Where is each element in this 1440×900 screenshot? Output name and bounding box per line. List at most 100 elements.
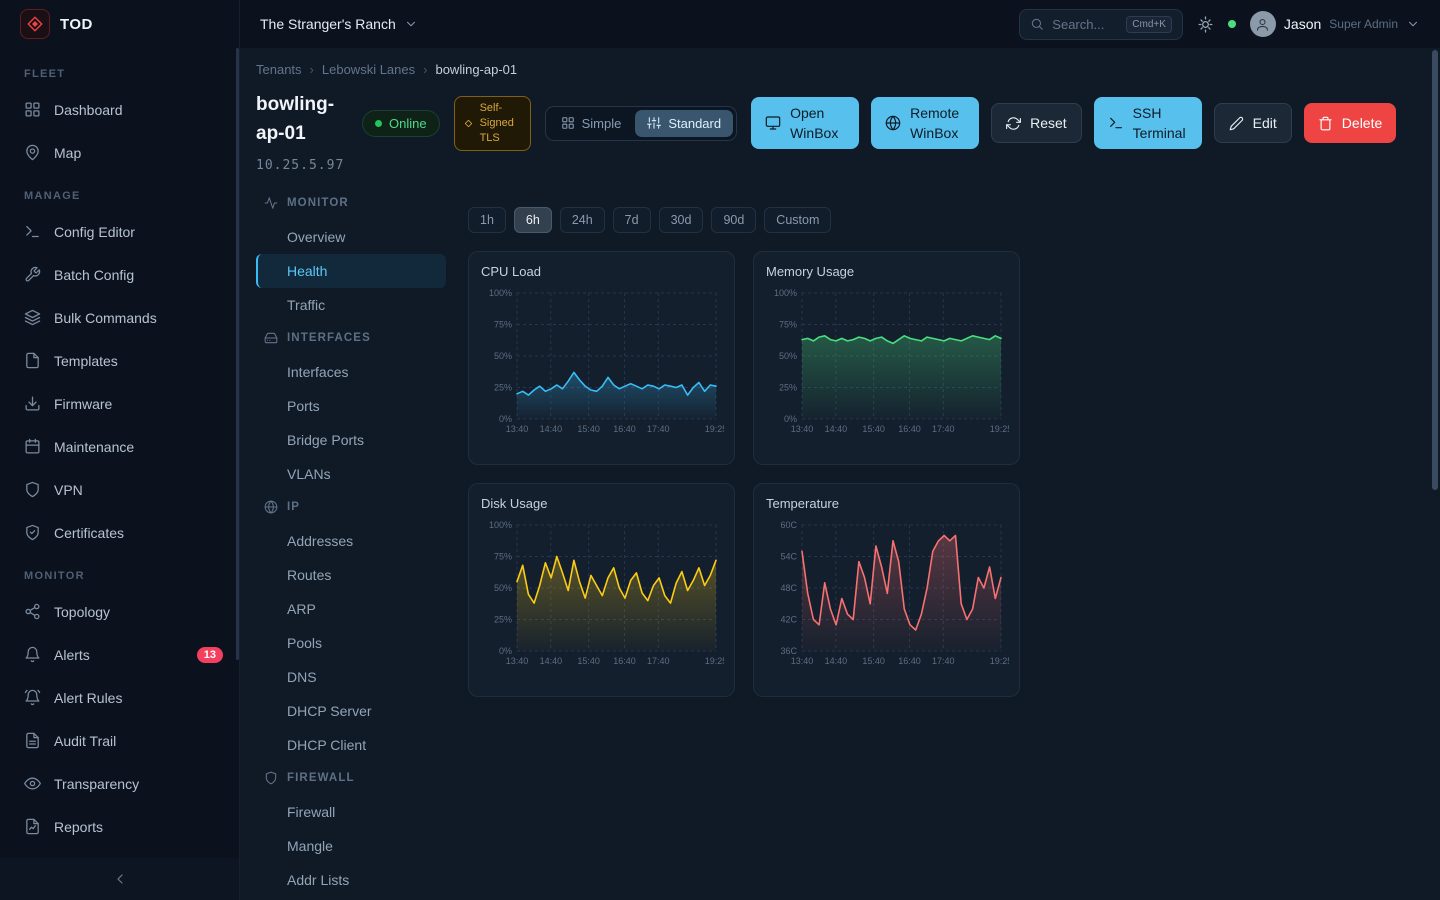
sidebar-item-reports[interactable]: Reports (0, 805, 239, 848)
chart-title: Disk Usage (481, 496, 722, 511)
status-label: Online (389, 116, 427, 131)
time-range-30d[interactable]: 30d (659, 207, 704, 233)
chart-card-cpu-load: CPU Load100%75%50%25%0%13:4014:4015:4016… (468, 251, 735, 465)
sidebar-item-vpn[interactable]: VPN (0, 468, 239, 511)
subnav-item-pools[interactable]: Pools (256, 626, 446, 660)
delete-button[interactable]: Delete (1304, 103, 1396, 143)
refresh-icon (1006, 116, 1021, 131)
device-header: bowling-ap-01 10.25.5.97 Online Self-Sig… (256, 90, 1416, 173)
subnav-item-vlans[interactable]: VLANs (256, 457, 446, 491)
time-range-custom[interactable]: Custom (764, 207, 831, 233)
search-input[interactable] (1052, 17, 1118, 32)
subnav-item-bridge-ports[interactable]: Bridge Ports (256, 423, 446, 457)
subnav-item-routes[interactable]: Routes (256, 558, 446, 592)
badge-icon (24, 524, 41, 541)
sidebar-item-templates[interactable]: Templates (0, 339, 239, 382)
sidebar-item-alerts[interactable]: Alerts13 (0, 633, 239, 676)
svg-text:54C: 54C (780, 551, 797, 561)
tenant-selector[interactable]: The Stranger's Ranch (260, 16, 418, 32)
svg-text:42C: 42C (780, 614, 797, 624)
tenant-name: The Stranger's Ranch (260, 16, 396, 32)
subnav-item-ports[interactable]: Ports (256, 389, 446, 423)
svg-text:14:40: 14:40 (540, 424, 563, 434)
user-menu[interactable]: Jason Super Admin (1250, 11, 1420, 37)
activity-icon (264, 196, 278, 210)
subnav-item-dhcp-server[interactable]: DHCP Server (256, 694, 446, 728)
sidebar-item-label: Certificates (54, 525, 124, 541)
sidebar-item-label: Firmware (54, 396, 112, 412)
sidebar-item-transparency[interactable]: Transparency (0, 762, 239, 805)
open-winbox-button[interactable]: Open WinBox (751, 97, 859, 149)
device-header-actions: Online Self-Signed TLS Simple Standard Op… (362, 96, 1396, 151)
chart-title: Temperature (766, 496, 1007, 511)
sidebar-collapse-button[interactable] (0, 858, 239, 900)
svg-text:19:25: 19:25 (705, 424, 724, 434)
button-label: Open WinBox (790, 103, 845, 144)
subnav-item-interfaces[interactable]: Interfaces (256, 355, 446, 389)
subnav-item-addr-lists[interactable]: Addr Lists (256, 863, 446, 897)
subnav-item-mangle[interactable]: Mangle (256, 829, 446, 863)
sidebar-item-audit-trail[interactable]: Audit Trail (0, 719, 239, 762)
sidebar-scrollbar-thumb[interactable] (236, 48, 239, 660)
mode-option-standard[interactable]: Standard (635, 110, 733, 137)
bell-ring-icon (24, 689, 41, 706)
subnav-item-dns[interactable]: DNS (256, 660, 446, 694)
svg-text:50%: 50% (494, 583, 512, 593)
sidebar-item-maintenance[interactable]: Maintenance (0, 425, 239, 468)
breadcrumb-chevron-icon: › (423, 62, 427, 77)
breadcrumb-item-tenants[interactable]: Tenants (256, 62, 302, 77)
sidebar-item-map[interactable]: Map (0, 131, 239, 174)
subnav-item-addresses[interactable]: Addresses (256, 524, 446, 558)
sidebar-item-config-editor[interactable]: Config Editor (0, 210, 239, 253)
search-box[interactable]: Cmd+K (1019, 9, 1183, 40)
tls-label: Self-Signed TLS (480, 101, 522, 146)
page-scrollbar-track[interactable] (1432, 50, 1438, 896)
sidebar-item-label: Map (54, 145, 81, 161)
time-range-7d[interactable]: 7d (613, 207, 651, 233)
ssh-terminal-button[interactable]: SSH Terminal (1094, 97, 1202, 149)
subnav-item-health[interactable]: Health (256, 254, 446, 288)
breadcrumb-item-bowling-ap-01[interactable]: bowling-ap-01 (435, 62, 517, 77)
breadcrumb-item-lebowski-lanes[interactable]: Lebowski Lanes (322, 62, 415, 77)
time-range-6h[interactable]: 6h (514, 207, 552, 233)
time-range-24h[interactable]: 24h (560, 207, 605, 233)
time-range-90d[interactable]: 90d (711, 207, 756, 233)
shield-icon (24, 481, 41, 498)
subnav-item-dhcp-client[interactable]: DHCP Client (256, 728, 446, 762)
online-dot-icon (375, 120, 382, 127)
subnav-item-overview[interactable]: Overview (256, 220, 446, 254)
sidebar-item-bulk-commands[interactable]: Bulk Commands (0, 296, 239, 339)
subnav-item-arp[interactable]: ARP (256, 592, 446, 626)
button-label: SSH Terminal (1133, 103, 1188, 144)
user-role: Super Admin (1329, 17, 1398, 31)
subnav-group-label: IP (287, 501, 300, 513)
subnav-item-traffic[interactable]: Traffic (256, 288, 446, 322)
mode-option-simple[interactable]: Simple (549, 110, 634, 137)
chevron-down-icon (404, 17, 418, 31)
map-pin-icon (24, 144, 41, 161)
grid-icon (561, 116, 575, 130)
svg-text:17:40: 17:40 (647, 424, 670, 434)
sidebar-item-alert-rules[interactable]: Alert Rules (0, 676, 239, 719)
reset-button[interactable]: Reset (991, 103, 1082, 143)
sidebar-item-label: Dashboard (54, 102, 123, 118)
edit-button[interactable]: Edit (1214, 103, 1292, 143)
sidebar-item-topology[interactable]: Topology (0, 590, 239, 633)
sidebar-item-dashboard[interactable]: Dashboard (0, 88, 239, 131)
sidebar-item-firmware[interactable]: Firmware (0, 382, 239, 425)
subnav-item-firewall[interactable]: Firewall (256, 795, 446, 829)
sidebar-item-certificates[interactable]: Certificates (0, 511, 239, 554)
remote-winbox-button[interactable]: Remote WinBox (871, 97, 979, 149)
svg-text:13:40: 13:40 (791, 424, 814, 434)
time-range-1h[interactable]: 1h (468, 207, 506, 233)
theme-toggle-sun-icon[interactable] (1197, 16, 1214, 33)
svg-text:14:40: 14:40 (825, 424, 848, 434)
svg-text:50%: 50% (779, 351, 797, 361)
sidebar-item-batch-config[interactable]: Batch Config (0, 253, 239, 296)
device-ip: 10.25.5.97 (256, 158, 348, 173)
app-logo[interactable]: TOD (0, 0, 239, 48)
share-icon (24, 603, 41, 620)
page-scrollbar-thumb[interactable] (1432, 50, 1438, 490)
mode-option-label: Simple (582, 116, 622, 131)
chart-card-temperature: Temperature60C54C48C42C36C13:4014:4015:4… (753, 483, 1020, 697)
